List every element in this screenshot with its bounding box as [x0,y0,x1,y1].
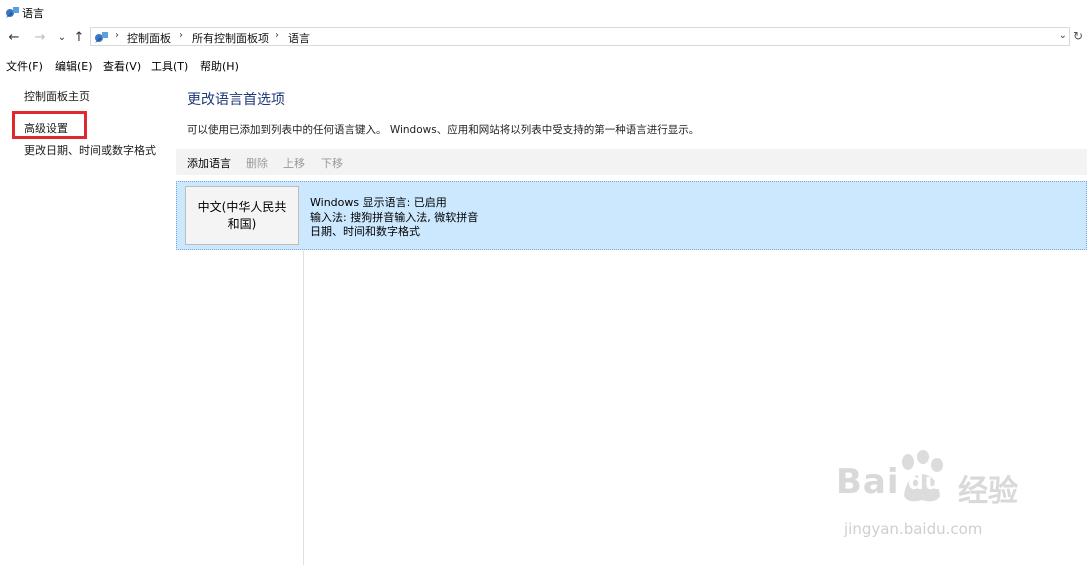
breadcrumb-control-panel[interactable]: 控制面板 [127,30,171,46]
baidu-watermark: Bai du 经验 jingyan.baidu.com [836,450,1076,550]
breadcrumb-language[interactable]: 语言 [288,30,310,46]
watermark-brand: Bai [836,462,900,502]
sidebar-link-control-panel-home[interactable]: 控制面板主页 [24,88,90,104]
menu-file[interactable]: 文件(F) [6,58,43,74]
page-title: 更改语言首选项 [187,92,285,108]
language-name-tile[interactable]: 中文(中华人民共和国) [185,186,299,245]
control-panel-icon [95,32,108,43]
menu-help[interactable]: 帮助(H) [200,58,239,74]
language-list-item[interactable]: 中文(中华人民共和国) Windows 显示语言: 已启用 输入法: 搜狗拼音输… [176,181,1087,250]
annotation-highlight-box [12,111,87,139]
page-description: 可以使用已添加到列表中的任何语言键入。 Windows、应用和网站将以列表中受支… [187,124,700,136]
title-bar: 语言 [0,0,1087,26]
breadcrumb-separator: › [115,30,119,41]
control-panel-icon [6,7,19,18]
language-display-status: Windows 显示语言: 已启用 [310,196,447,209]
menu-bar: 文件(F) 编辑(E) 查看(V) 工具(T) 帮助(H) [0,55,1087,73]
breadcrumb-separator: › [275,30,279,41]
watermark-brand-du: du [908,470,942,495]
remove-button[interactable]: 删除 [246,155,268,171]
breadcrumb-all-items[interactable]: 所有控制面板项 [192,30,269,46]
address-bar[interactable]: › 控制面板 › 所有控制面板项 › 语言 ⌄ [90,27,1070,46]
sidebar-link-change-date-time-format[interactable]: 更改日期、时间或数字格式 [24,142,156,158]
menu-edit[interactable]: 编辑(E) [55,58,93,74]
menu-view[interactable]: 查看(V) [103,58,141,74]
move-down-button[interactable]: 下移 [321,155,343,171]
menu-tools[interactable]: 工具(T) [151,58,188,74]
watermark-url: jingyan.baidu.com [844,520,983,538]
move-up-button[interactable]: 上移 [283,155,305,171]
back-button[interactable]: ← [6,29,22,47]
watermark-brand-jingyan: 经验 [958,474,1018,509]
add-language-button[interactable]: 添加语言 [187,155,231,171]
language-date-time-format: 日期、时间和数字格式 [310,225,420,238]
language-toolbar: 添加语言 删除 上移 下移 [176,149,1087,175]
language-name: 中文(中华人民共和国) [197,199,287,231]
recent-locations-button[interactable]: ⌄ [54,29,70,47]
forward-button[interactable]: → [32,29,48,47]
chevron-down-icon[interactable]: ⌄ [1059,30,1067,41]
up-button[interactable]: ↑ [71,29,87,47]
refresh-icon[interactable]: ↻ [1073,29,1083,43]
window-title: 语言 [22,7,44,20]
breadcrumb-separator: › [179,30,183,41]
